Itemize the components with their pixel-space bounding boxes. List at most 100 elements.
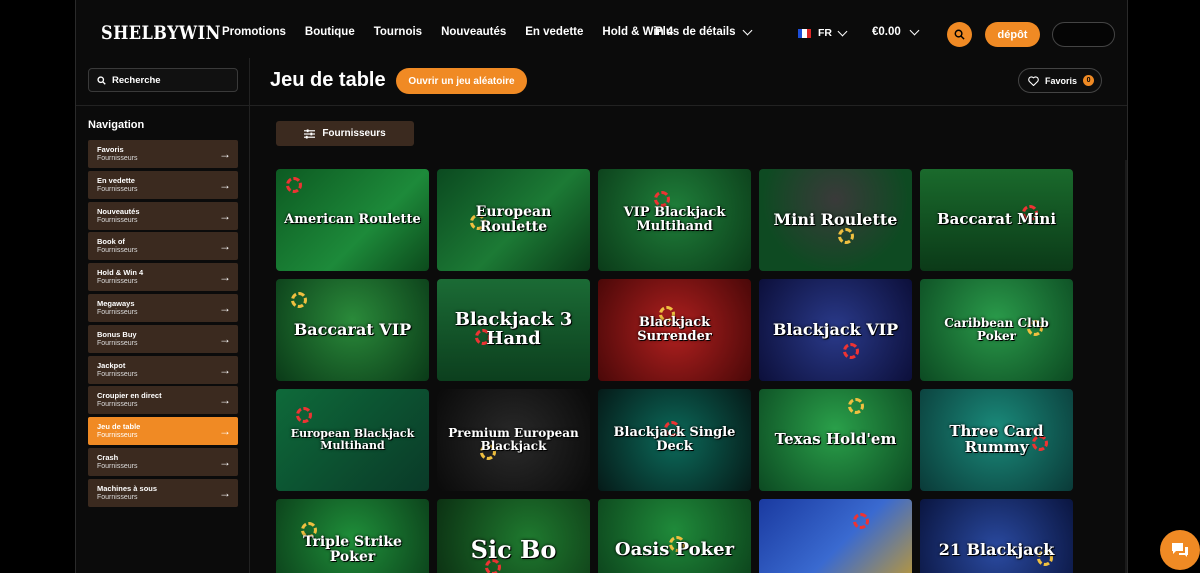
sidebar-item-sub: Fournisseurs: [97, 308, 138, 316]
providers-filter-button[interactable]: Fournisseurs: [276, 121, 414, 146]
game-tile[interactable]: Blackjack 3 Hand: [437, 279, 590, 381]
game-title: 21 Blackjack: [938, 539, 1055, 559]
sidebar-item-jeu-de-table[interactable]: Jeu de table Fournisseurs →: [88, 417, 238, 446]
sidebar-item-jackpot[interactable]: Jackpot Fournisseurs →: [88, 355, 238, 384]
sidebar-item-sub: Fournisseurs: [97, 278, 138, 286]
sidebar-item-text: Croupier en direct Fournisseurs: [97, 391, 162, 409]
arrow-right-icon: →: [219, 300, 231, 315]
game-tile[interactable]: [759, 499, 912, 573]
sidebar-item-text: Hold & Win 4 Fournisseurs: [97, 268, 143, 286]
game-tile[interactable]: European Roulette: [437, 169, 590, 271]
game-tile[interactable]: Oasis Poker: [598, 499, 751, 573]
arrow-right-icon: →: [219, 239, 231, 254]
game-tile[interactable]: Baccarat VIP: [276, 279, 429, 381]
arrow-right-icon: →: [219, 208, 231, 223]
header-search-button[interactable]: [947, 22, 972, 47]
providers-label: Fournisseurs: [322, 128, 386, 139]
favorites-button[interactable]: Favoris 0: [1018, 68, 1102, 93]
game-tile[interactable]: Mini Roulette: [759, 169, 912, 271]
sidebar-item-text: Bonus Buy Fournisseurs: [97, 330, 137, 348]
nav-promotions[interactable]: Promotions: [222, 26, 286, 38]
game-title: European Roulette: [475, 204, 552, 235]
game-tile[interactable]: Blackjack Single Deck: [598, 389, 751, 491]
deposit-button[interactable]: dépôt: [985, 22, 1040, 47]
sidebar-item-bonus-buy[interactable]: Bonus Buy Fournisseurs →: [88, 324, 238, 353]
sidebar-item-sub: Fournisseurs: [97, 462, 138, 470]
sidebar-item-text: Jeu de table Fournisseurs: [97, 422, 140, 440]
sidebar-item-text: Jackpot Fournisseurs: [97, 361, 137, 379]
sidebar-item-nouveaut-s[interactable]: Nouveautés Fournisseurs →: [88, 201, 238, 230]
sidebar-item-en-vedette[interactable]: En vedette Fournisseurs →: [88, 170, 238, 199]
game-tile[interactable]: Three Card Rummy: [920, 389, 1073, 491]
game-title: Mini Roulette: [773, 209, 898, 229]
game-tile[interactable]: American Roulette: [276, 169, 429, 271]
sidebar-item-sub: Fournisseurs: [97, 432, 138, 440]
chat-button[interactable]: [1160, 530, 1200, 570]
language-selector[interactable]: FR: [798, 26, 848, 39]
sidebar-item-text: En vedette Fournisseurs: [97, 176, 137, 194]
game-title: Blackjack Single Deck: [613, 425, 736, 454]
language-label: FR: [818, 27, 832, 39]
scrollbar[interactable]: [1125, 160, 1127, 573]
game-tile[interactable]: Caribbean Club Poker: [920, 279, 1073, 381]
sidebar-item-text: Megaways Fournisseurs: [97, 299, 137, 317]
sidebar-search-input[interactable]: Recherche: [88, 68, 238, 92]
game-tile[interactable]: Texas Hold'em: [759, 389, 912, 491]
game-tile[interactable]: Blackjack Surrender: [598, 279, 751, 381]
nav-boutique[interactable]: Boutique: [305, 26, 355, 38]
arrow-right-icon: →: [219, 331, 231, 346]
brand-logo[interactable]: SHELBYWIN: [101, 22, 221, 44]
sidebar-item-favoris[interactable]: Favoris Fournisseurs →: [88, 140, 238, 168]
search-icon: [97, 75, 106, 85]
sidebar-item-label: Croupier en direct: [97, 391, 162, 401]
sidebar-item-sub: Fournisseurs: [97, 155, 138, 162]
sidebar-item-sub: Fournisseurs: [97, 339, 138, 347]
arrow-right-icon: →: [219, 362, 231, 377]
nav-more-dropdown[interactable]: Plus de détails: [655, 25, 752, 38]
sidebar-item-sub: Fournisseurs: [97, 370, 138, 378]
sidebar-item-text: Crash Fournisseurs: [97, 453, 137, 471]
game-tile[interactable]: 21 Blackjack: [920, 499, 1073, 573]
nav-more-label: Plus de détails: [655, 26, 736, 38]
sidebar-item-label: Favoris: [97, 145, 124, 154]
sidebar-item-sub: Fournisseurs: [97, 493, 138, 501]
sidebar-item-machines-sous[interactable]: Machines à sous Fournisseurs →: [88, 478, 238, 507]
arrow-right-icon: →: [219, 393, 231, 408]
game-tile[interactable]: Premium European Blackjack: [437, 389, 590, 491]
nav-nouveautes[interactable]: Nouveautés: [441, 26, 506, 38]
balance-dropdown[interactable]: €0.00: [872, 25, 920, 38]
random-game-button[interactable]: Ouvrir un jeu aléatoire: [396, 68, 527, 94]
game-title: Blackjack VIP: [772, 319, 899, 339]
game-title: Premium European Blackjack: [448, 426, 579, 453]
sidebar-item-label: Crash: [97, 452, 119, 462]
sidebar-item-text: Nouveautés Fournisseurs: [97, 207, 140, 225]
game-title: Sic Bo: [470, 535, 557, 565]
sidebar-item-croupier-en-direct[interactable]: Croupier en direct Fournisseurs →: [88, 386, 238, 415]
sidebar-item-crash[interactable]: Crash Fournisseurs →: [88, 447, 238, 476]
chip-decoration: [848, 398, 864, 414]
sidebar-item-hold-win-4[interactable]: Hold & Win 4 Fournisseurs →: [88, 263, 238, 292]
sidebar-item-sub: Fournisseurs: [97, 185, 138, 193]
france-flag-icon: [798, 28, 811, 38]
sidebar-item-sub: Fournisseurs: [97, 247, 138, 255]
account-button[interactable]: [1052, 22, 1115, 47]
game-title: European Blackjack Multihand: [290, 427, 415, 452]
game-tile[interactable]: Sic Bo: [437, 499, 590, 573]
sidebar-item-megaways[interactable]: Megaways Fournisseurs →: [88, 293, 238, 322]
game-tile[interactable]: Baccarat Mini: [920, 169, 1073, 271]
game-tile[interactable]: Blackjack VIP: [759, 279, 912, 381]
nav-tournois[interactable]: Tournois: [374, 26, 422, 38]
arrow-right-icon: →: [219, 485, 231, 500]
sidebar-title: Navigation: [88, 119, 145, 131]
arrow-right-icon: →: [219, 270, 231, 285]
sidebar-item-label: Nouveautés: [97, 206, 140, 216]
game-tile[interactable]: European Blackjack Multihand: [276, 389, 429, 491]
sidebar-item-label: Book of: [97, 237, 125, 247]
game-title: Oasis Poker: [614, 538, 735, 560]
sidebar-item-book-of[interactable]: Book of Fournisseurs →: [88, 232, 238, 261]
chip-decoration: [853, 513, 869, 529]
nav-en-vedette[interactable]: En vedette: [525, 26, 583, 38]
game-tile[interactable]: Triple Strike Poker: [276, 499, 429, 573]
chevron-down-icon: [909, 25, 920, 35]
game-tile[interactable]: VIP Blackjack Multihand: [598, 169, 751, 271]
